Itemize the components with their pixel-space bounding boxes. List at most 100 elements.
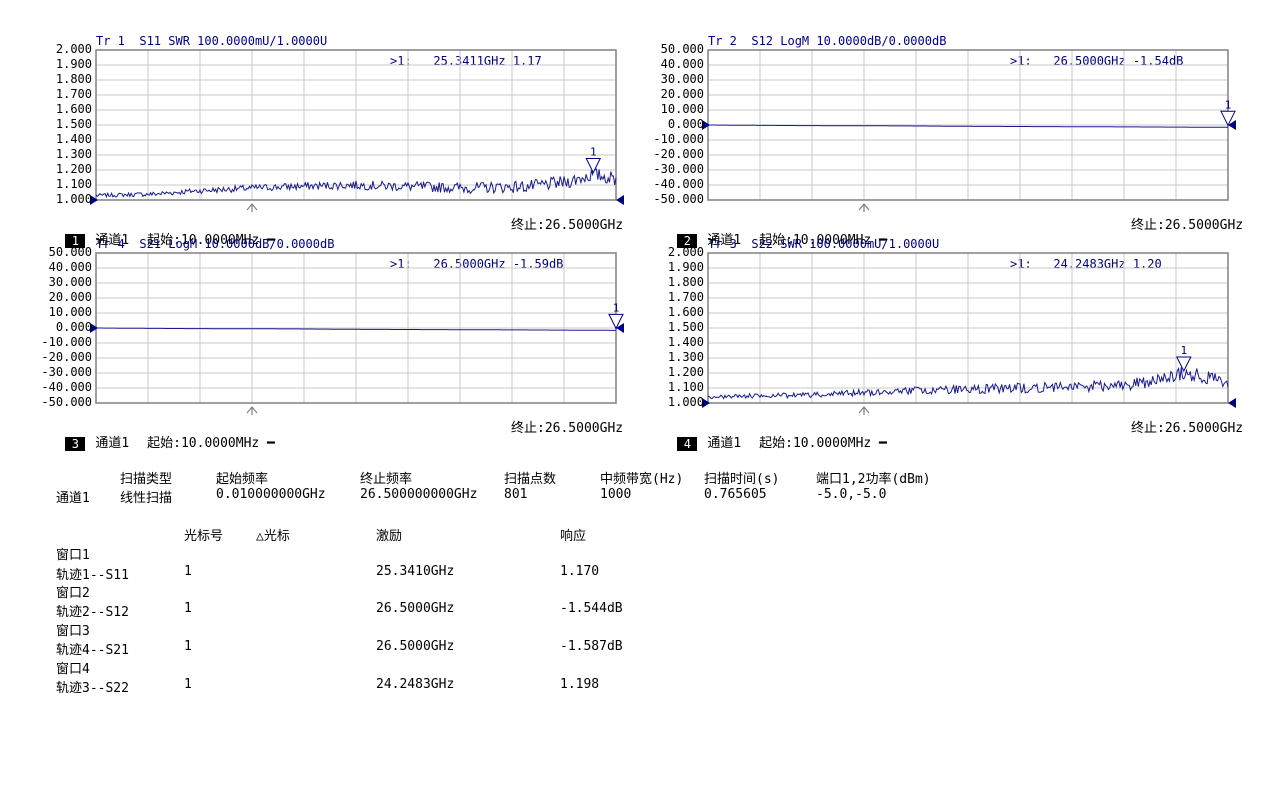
- sweep-value-stop: 26.500000000GHz: [360, 487, 478, 502]
- marker-header-resp: 响应: [560, 529, 587, 544]
- y-tick-label: -50.000: [653, 192, 704, 206]
- y-tick-label: 30.000: [48, 275, 92, 289]
- stop-freq: 终止:26.5000GHz: [1131, 421, 1244, 436]
- marker-label: 1: [590, 146, 597, 159]
- marker-num: 1: [184, 677, 192, 692]
- y-tick-label: -30.000: [653, 162, 704, 176]
- sweep-value-start: 0.010000000GHz: [216, 487, 326, 502]
- channel-label: 通道1: [707, 436, 742, 451]
- channel-number: 3: [65, 436, 86, 451]
- sweep-value-time: 0.765605: [704, 487, 767, 502]
- y-tick-label: -20.000: [653, 147, 704, 161]
- y-tick-label: 1.000: [667, 395, 704, 409]
- window-label: 窗口3: [56, 624, 90, 639]
- marker-header-stim: 激励: [376, 529, 403, 544]
- marker-stim: 24.2483GHz: [376, 677, 455, 692]
- y-tick-label: 1.000: [55, 192, 92, 206]
- sweep-value-power: -5.0,-5.0: [816, 487, 887, 502]
- stop-freq: 终止:26.5000GHz: [511, 218, 624, 233]
- y-tick-label: 1.200: [55, 162, 92, 176]
- marker-resp: -1.544dB: [560, 601, 623, 616]
- y-tick-label: 1.900: [55, 57, 92, 71]
- y-tick-label: 1.300: [667, 350, 704, 364]
- window-label: 窗口2: [56, 586, 90, 601]
- y-tick-label: 1.400: [55, 132, 92, 146]
- y-tick-label: 1.800: [667, 275, 704, 289]
- y-tick-label: 1.100: [55, 177, 92, 191]
- y-tick-label: -20.000: [41, 350, 92, 364]
- y-tick-label: 20.000: [48, 290, 92, 304]
- y-tick-label: 2.000: [667, 245, 704, 259]
- y-tick-label: 1.200: [667, 365, 704, 379]
- y-tick-label: 50.000: [48, 245, 92, 259]
- sweep-header-time: 扫描时间(s): [704, 472, 780, 487]
- marker-header-delta: △光标: [256, 529, 290, 544]
- stimulus-caret: [858, 203, 870, 212]
- y-tick-label: 10.000: [48, 305, 92, 319]
- start-freq: 起始:10.0000MHz: [759, 436, 872, 451]
- marker-num: 1: [184, 601, 192, 616]
- marker-label: 1: [1180, 344, 1187, 357]
- sweep-header-ifbw: 中频带宽(Hz): [600, 472, 684, 487]
- sweep-header-points: 扫描点数: [504, 472, 557, 487]
- trace-label: 轨迹1--S11: [56, 568, 129, 583]
- sweep-value-points: 801: [504, 487, 528, 502]
- chart-svg: 1: [90, 49, 624, 212]
- trace-label: 轨迹4--S21: [56, 643, 129, 658]
- chart-svg: 1: [90, 252, 624, 415]
- y-tick-label: -10.000: [41, 335, 92, 349]
- stop-freq: 终止:26.5000GHz: [1131, 218, 1244, 233]
- y-tick-label: 1.600: [667, 305, 704, 319]
- marker-stim: 26.5000GHz: [376, 639, 455, 654]
- y-tick-label: 1.700: [667, 290, 704, 304]
- y-tick-label: -10.000: [653, 132, 704, 146]
- sweep-value-type: 线性扫描: [120, 491, 173, 506]
- sweep-value-ifbw: 1000: [600, 487, 632, 502]
- panel-footer: 3 通道1 起始:10.0000MHz ━: [34, 417, 275, 466]
- stimulus-caret: [246, 406, 258, 415]
- y-tick-label: -40.000: [41, 380, 92, 394]
- chart-panel-2: Tr 2 S12 LogM 10.0000dB/0.0000dB >1: 26.…: [612, 32, 1243, 248]
- marker-num: 1: [184, 639, 192, 654]
- channel-label: 通道1: [95, 436, 130, 451]
- y-tick-label: 1.700: [55, 87, 92, 101]
- y-tick-label: 50.000: [660, 42, 704, 56]
- y-tick-label: -50.000: [41, 395, 92, 409]
- sweep-header-stop: 终止频率: [360, 472, 413, 487]
- y-tick-label: 1.400: [667, 335, 704, 349]
- y-tick-label: 40.000: [48, 260, 92, 274]
- y-tick-label: 1.600: [55, 102, 92, 116]
- y-tick-label: 1.500: [55, 117, 92, 131]
- y-tick-label: 1.800: [55, 72, 92, 86]
- ref-arrow-right: [1228, 398, 1236, 408]
- y-tick-label: 30.000: [660, 72, 704, 86]
- chart-svg: 1: [702, 49, 1236, 212]
- y-tick-label: -40.000: [653, 177, 704, 191]
- marker-resp: 1.170: [560, 564, 600, 579]
- y-tick-label: 1.900: [667, 260, 704, 274]
- sweep-row-label: 通道1: [56, 491, 90, 506]
- marker-stim: 25.3410GHz: [376, 564, 455, 579]
- marker-stim: 26.5000GHz: [376, 601, 455, 616]
- chart-panel-1: Tr 1 S11 SWR 100.0000mU/1.0000U >1: 25.3…: [0, 32, 624, 248]
- y-tick-label: 0.000: [667, 117, 704, 131]
- panel-footer: 4 通道1 起始:10.0000MHz ━: [646, 417, 887, 466]
- y-tick-label: 10.000: [660, 102, 704, 116]
- stimulus-caret: [246, 203, 258, 212]
- y-tick-label: 1.300: [55, 147, 92, 161]
- y-tick-label: 1.500: [667, 320, 704, 334]
- y-tick-label: 20.000: [660, 87, 704, 101]
- marker-header-num: 光标号: [184, 529, 224, 544]
- sweep-header-power: 端口1,2功率(dBm): [816, 472, 931, 487]
- stimulus-caret: [858, 406, 870, 415]
- y-tick-label: -30.000: [41, 365, 92, 379]
- window-label: 窗口4: [56, 662, 90, 677]
- chart-panel-4: Tr 3 S22 SWR 100.0000mU/1.0000U >1: 24.2…: [612, 235, 1243, 451]
- trace-label: 轨迹2--S12: [56, 605, 129, 620]
- chart-panel-3: Tr 4 S21 LogM 10.0000dB/0.0000dB >1: 26.…: [0, 235, 624, 451]
- y-tick-label: 0.000: [55, 320, 92, 334]
- y-tick-label: 1.100: [667, 380, 704, 394]
- chart-svg: 1: [702, 252, 1236, 415]
- marker-num: 1: [184, 564, 192, 579]
- start-freq: 起始:10.0000MHz: [147, 436, 260, 451]
